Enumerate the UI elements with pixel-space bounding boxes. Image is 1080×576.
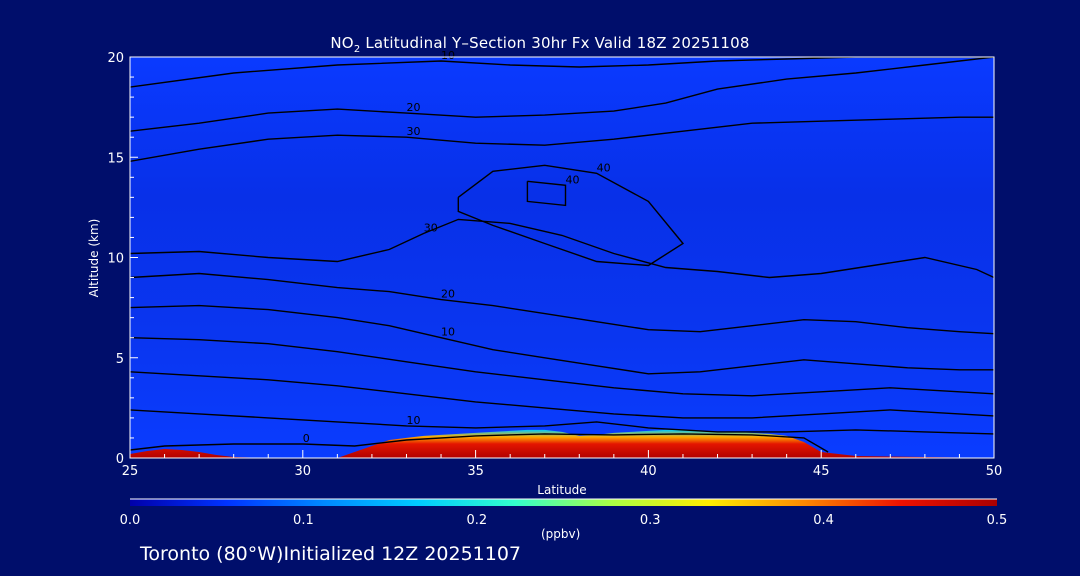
contour-label: 10	[441, 326, 455, 339]
colorbar-tick-label: 0.1	[293, 513, 314, 528]
contour-label: 40	[597, 161, 611, 174]
x-tick-label: 35	[467, 464, 484, 479]
cross-section-plot: 10 20 30 40 40 30 20 10 10 0 25 30 35 40 45 50 0 5 10 15 2…	[87, 49, 1008, 528]
footer-location: Toronto (80°W)Initialized 12Z 20251107	[140, 543, 522, 565]
y-tick-label: 20	[107, 51, 124, 66]
y-tick-label: 10	[107, 252, 124, 267]
colorbar-ticks: 0.0 0.1 0.2 0.3 0.4 0.5	[120, 513, 1008, 528]
x-tick-label: 25	[122, 464, 139, 479]
colorbar-tick-label: 0.2	[466, 513, 487, 528]
x-tick-label: 45	[813, 464, 830, 479]
contour-label: 10	[407, 414, 421, 427]
x-tick-label: 30	[295, 464, 312, 479]
colorbar-scale	[130, 499, 997, 506]
contour-label: 20	[407, 101, 421, 114]
colorbar-tick-label: 0.5	[987, 513, 1008, 528]
y-tick-label: 0	[116, 452, 124, 467]
y-tick-label: 5	[116, 352, 124, 367]
contour-label: 30	[407, 125, 421, 138]
plot-background	[130, 57, 994, 458]
contour-label: 40	[566, 173, 580, 186]
colorbar-tick-label: 0.4	[813, 513, 834, 528]
contour-label: 30	[424, 221, 438, 234]
x-tick-label: 50	[986, 464, 1003, 479]
y-tick-label: 15	[107, 151, 124, 166]
colorbar-tick-label: 0.3	[640, 513, 661, 528]
x-axis-label: Latitude	[537, 483, 586, 497]
y-axis-label: Altitude (km)	[87, 219, 101, 298]
contour-label: 20	[441, 288, 455, 301]
x-tick-label: 40	[640, 464, 657, 479]
plot-area: 10 20 30 40 40 30 20 10 10 0	[130, 49, 994, 458]
contour-label: 10	[441, 49, 455, 62]
colorbar-units: (ppbv)	[541, 527, 581, 541]
colorbar-tick-label: 0.0	[120, 513, 141, 528]
contour-label: 0	[303, 432, 310, 445]
colorbar: 0.0 0.1 0.2 0.3 0.4 0.5	[120, 498, 1008, 528]
